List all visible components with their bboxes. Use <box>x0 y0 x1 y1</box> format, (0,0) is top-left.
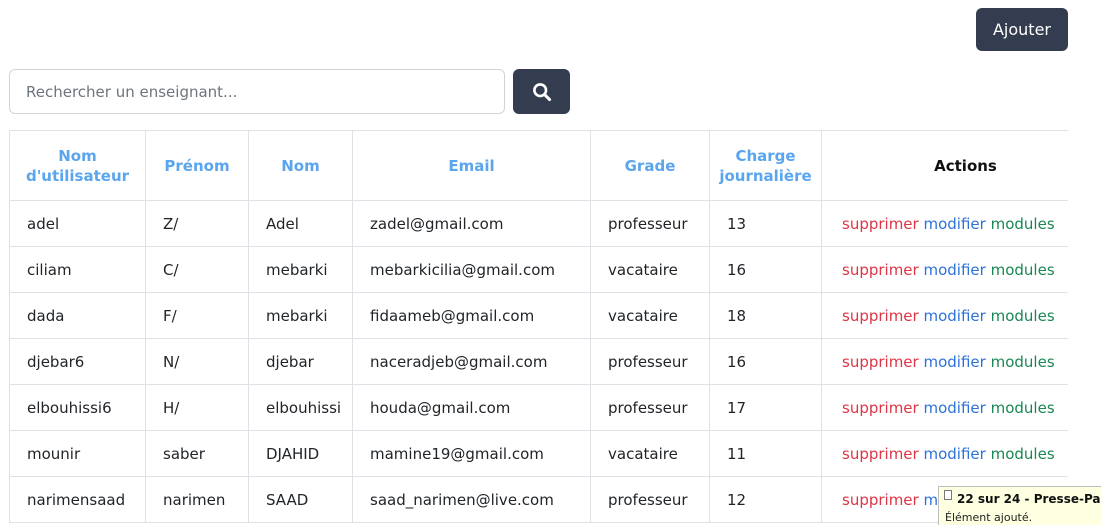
cell-username: dada <box>9 292 146 339</box>
cell-email: zadel@gmail.com <box>352 200 591 247</box>
cell-lastname: mebarki <box>248 292 353 339</box>
table-row: ciliam C/ mebarki mebarkicilia@gmail.com… <box>9 246 1068 293</box>
cell-grade: professeur <box>590 476 710 523</box>
table-header-row: Nom d'utilisateur Prénom Nom Email Grade… <box>9 130 1068 201</box>
cell-email: fidaameb@gmail.com <box>352 292 591 339</box>
table-row: elbouhissi6 H/ elbouhissi houda@gmail.co… <box>9 384 1068 431</box>
edit-link[interactable]: modifier <box>924 215 986 233</box>
cell-username: mounir <box>9 430 146 477</box>
clipboard-icon <box>944 490 952 500</box>
cell-email: mebarkicilia@gmail.com <box>352 246 591 293</box>
cell-actions: supprimer modifier modules <box>821 338 1068 385</box>
cell-username: ciliam <box>9 246 146 293</box>
delete-link[interactable]: supprimer <box>842 491 919 509</box>
header-load[interactable]: Charge journalière <box>709 130 822 201</box>
cell-email: houda@gmail.com <box>352 384 591 431</box>
cell-lastname: djebar <box>248 338 353 385</box>
modules-link[interactable]: modules <box>991 353 1055 371</box>
teachers-table: Nom d'utilisateur Prénom Nom Email Grade… <box>9 130 1068 523</box>
cell-load: 18 <box>709 292 822 339</box>
add-button[interactable]: Ajouter <box>976 8 1068 51</box>
notification-message: Élément ajouté. <box>945 511 1033 524</box>
edit-link[interactable]: modifier <box>924 445 986 463</box>
delete-link[interactable]: supprimer <box>842 261 919 279</box>
table-row: mounir saber DJAHID mamine19@gmail.com v… <box>9 430 1068 477</box>
search-icon <box>532 82 551 101</box>
cell-firstname: N/ <box>145 338 249 385</box>
cell-actions: supprimer modifier modules <box>821 200 1068 247</box>
cell-load: 13 <box>709 200 822 247</box>
cell-load: 11 <box>709 430 822 477</box>
cell-grade: vacataire <box>590 430 710 477</box>
cell-load: 16 <box>709 338 822 385</box>
clipboard-notification[interactable]: 22 sur 24 - Presse-Papiers Élément ajout… <box>938 486 1101 525</box>
teachers-table-container: Nom d'utilisateur Prénom Nom Email Grade… <box>9 130 1068 525</box>
header-email[interactable]: Email <box>352 130 591 201</box>
cell-load: 17 <box>709 384 822 431</box>
cell-email: naceradjeb@gmail.com <box>352 338 591 385</box>
cell-firstname: Z/ <box>145 200 249 247</box>
cell-username: adel <box>9 200 146 247</box>
cell-actions: supprimer modifier modules <box>821 430 1068 477</box>
cell-lastname: elbouhissi <box>248 384 353 431</box>
table-row: dada F/ mebarki fidaameb@gmail.com vacat… <box>9 292 1068 339</box>
delete-link[interactable]: supprimer <box>842 399 919 417</box>
cell-actions: supprimer modifier modules <box>821 384 1068 431</box>
notification-title: 22 sur 24 - Presse-Papiers <box>957 492 1101 506</box>
cell-firstname: F/ <box>145 292 249 339</box>
page: Ajouter Nom d'utilisateur Prénom <box>0 0 1101 525</box>
cell-lastname: DJAHID <box>248 430 353 477</box>
search-button[interactable] <box>513 69 570 114</box>
cell-username: narimensaad <box>9 476 146 523</box>
cell-lastname: SAAD <box>248 476 353 523</box>
cell-username: djebar6 <box>9 338 146 385</box>
cell-grade: professeur <box>590 338 710 385</box>
edit-link[interactable]: modifier <box>924 399 986 417</box>
cell-load: 16 <box>709 246 822 293</box>
delete-link[interactable]: supprimer <box>842 353 919 371</box>
delete-link[interactable]: supprimer <box>842 215 919 233</box>
header-actions: Actions <box>821 130 1068 201</box>
cell-grade: vacataire <box>590 246 710 293</box>
cell-actions: supprimer modifier modules <box>821 292 1068 339</box>
search-input[interactable] <box>9 69 505 114</box>
modules-link[interactable]: modules <box>991 307 1055 325</box>
header-username[interactable]: Nom d'utilisateur <box>9 130 146 201</box>
header-firstname[interactable]: Prénom <box>145 130 249 201</box>
cell-load: 12 <box>709 476 822 523</box>
cell-lastname: mebarki <box>248 246 353 293</box>
edit-link[interactable]: modifier <box>924 307 986 325</box>
cell-lastname: Adel <box>248 200 353 247</box>
table-row: djebar6 N/ djebar naceradjeb@gmail.com p… <box>9 338 1068 385</box>
cell-firstname: narimen <box>145 476 249 523</box>
cell-email: mamine19@gmail.com <box>352 430 591 477</box>
edit-link[interactable]: modifier <box>924 353 986 371</box>
cell-username: elbouhissi6 <box>9 384 146 431</box>
cell-firstname: saber <box>145 430 249 477</box>
cell-grade: professeur <box>590 384 710 431</box>
modules-link[interactable]: modules <box>991 399 1055 417</box>
delete-link[interactable]: supprimer <box>842 445 919 463</box>
table-row: narimensaad narimen SAAD saad_narimen@li… <box>9 476 1068 523</box>
modules-link[interactable]: modules <box>991 215 1055 233</box>
cell-actions: supprimer modifier modules <box>821 246 1068 293</box>
cell-grade: professeur <box>590 200 710 247</box>
edit-link[interactable]: modifier <box>924 261 986 279</box>
table-row: adel Z/ Adel zadel@gmail.com professeur … <box>9 200 1068 247</box>
cell-grade: vacataire <box>590 292 710 339</box>
modules-link[interactable]: modules <box>991 261 1055 279</box>
cell-email: saad_narimen@live.com <box>352 476 591 523</box>
cell-firstname: C/ <box>145 246 249 293</box>
header-lastname[interactable]: Nom <box>248 130 353 201</box>
modules-link[interactable]: modules <box>991 445 1055 463</box>
delete-link[interactable]: supprimer <box>842 307 919 325</box>
header-grade[interactable]: Grade <box>590 130 710 201</box>
cell-firstname: H/ <box>145 384 249 431</box>
